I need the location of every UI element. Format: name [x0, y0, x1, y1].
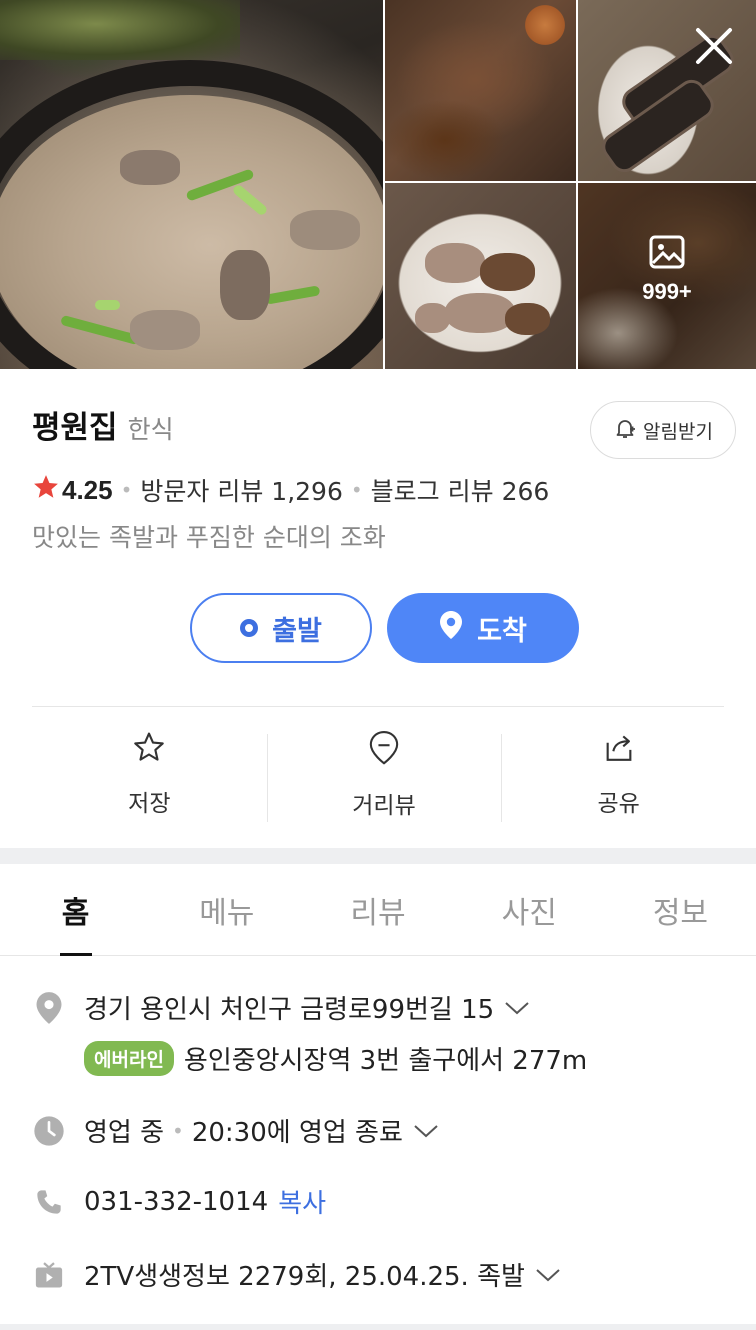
start-point-icon — [240, 619, 259, 637]
chevron-down-icon — [535, 1267, 561, 1283]
phone-row: 031-332-1014 복사 — [32, 1183, 326, 1220]
address-text: 경기 용인시 처인구 금령로99번길 15 — [84, 995, 495, 1025]
photo-more[interactable]: 999+ — [578, 183, 756, 369]
close-button[interactable] — [690, 22, 738, 70]
tab-home[interactable]: 홈 — [0, 864, 151, 956]
roadview-pin-icon — [367, 730, 401, 772]
route-start-button[interactable]: 출발 — [190, 593, 372, 663]
photo-2[interactable] — [385, 0, 576, 181]
rating-row: 4.25 • 방문자 리뷰 1,296 • 블로그 리뷰 266 — [32, 472, 549, 508]
action-bar: 저장 거리뷰 공유 — [32, 730, 736, 824]
place-name: 평원집 — [32, 410, 118, 446]
photo-main[interactable] — [0, 0, 383, 369]
tab-reviews[interactable]: 리뷰 — [302, 864, 453, 955]
open-status: 영업 중 — [84, 1118, 165, 1148]
rating-score: 4.25 — [62, 474, 113, 505]
route-arrive-label: 도착 — [477, 615, 527, 647]
address-row[interactable]: 경기 용인시 처인구 금령로99번길 15 — [32, 989, 530, 1026]
tv-appearance: 2TV생생정보 2279회, 25.04.25. 족발 — [84, 1262, 525, 1292]
hours-row[interactable]: 영업 중 • 20:30에 영업 종료 — [32, 1112, 439, 1149]
section-separator — [0, 848, 756, 864]
closing-time: 20:30에 영업 종료 — [191, 1118, 403, 1148]
place-category: 한식 — [127, 415, 174, 444]
photo-4[interactable] — [385, 183, 576, 369]
bottom-separator — [0, 1324, 756, 1330]
tab-menu[interactable]: 메뉴 — [151, 864, 302, 955]
share-label: 공유 — [597, 791, 640, 817]
image-icon — [649, 235, 685, 273]
location-pin-icon — [439, 610, 463, 647]
tab-info[interactable]: 정보 — [605, 864, 756, 955]
subway-line-badge: 에버라인 — [84, 1041, 174, 1076]
divider — [32, 706, 724, 707]
place-description: 맛있는 족발과 푸짐한 순대의 조화 — [32, 523, 386, 552]
close-icon — [690, 28, 738, 74]
save-label: 저장 — [128, 791, 171, 817]
roadview-button[interactable]: 거리뷰 — [266, 730, 502, 824]
roadview-label: 거리뷰 — [352, 793, 416, 819]
chevron-down-icon — [504, 1000, 530, 1016]
share-button[interactable]: 공유 — [501, 730, 736, 824]
share-icon — [601, 730, 637, 770]
tab-photos[interactable]: 사진 — [454, 864, 605, 955]
phone-number[interactable]: 031-332-1014 — [84, 1187, 268, 1217]
copy-phone-link[interactable]: 복사 — [278, 1183, 326, 1220]
station-row: 에버라인 용인중앙시장역 3번 출구에서 277m — [84, 1040, 587, 1077]
visitor-reviews-link[interactable]: 방문자 리뷰 1,296 — [140, 472, 342, 508]
photo-more-count: 999+ — [642, 279, 692, 304]
star-outline-icon — [131, 730, 167, 770]
station-info: 용인중앙시장역 3번 출구에서 277m — [183, 1046, 588, 1076]
notify-button[interactable]: 알림받기 — [590, 401, 736, 459]
bell-plus-icon — [613, 416, 637, 445]
route-arrive-button[interactable]: 도착 — [387, 593, 579, 663]
photo-gallery[interactable]: 999+ — [0, 0, 756, 369]
phone-icon — [32, 1185, 66, 1219]
save-button[interactable]: 저장 — [32, 730, 267, 824]
map-pin-icon — [32, 991, 66, 1025]
notify-label: 알림받기 — [643, 420, 713, 443]
tab-bar: 홈 메뉴 리뷰 사진 정보 — [0, 864, 756, 956]
blog-reviews-link[interactable]: 블로그 리뷰 266 — [371, 472, 550, 508]
tv-icon — [32, 1258, 66, 1292]
clock-icon — [32, 1114, 66, 1148]
star-icon — [32, 473, 60, 507]
tv-row[interactable]: 2TV생생정보 2279회, 25.04.25. 족발 — [32, 1256, 561, 1293]
chevron-down-icon — [413, 1123, 439, 1139]
place-title-row: 평원집 한식 — [32, 402, 174, 452]
route-start-label: 출발 — [272, 615, 322, 647]
